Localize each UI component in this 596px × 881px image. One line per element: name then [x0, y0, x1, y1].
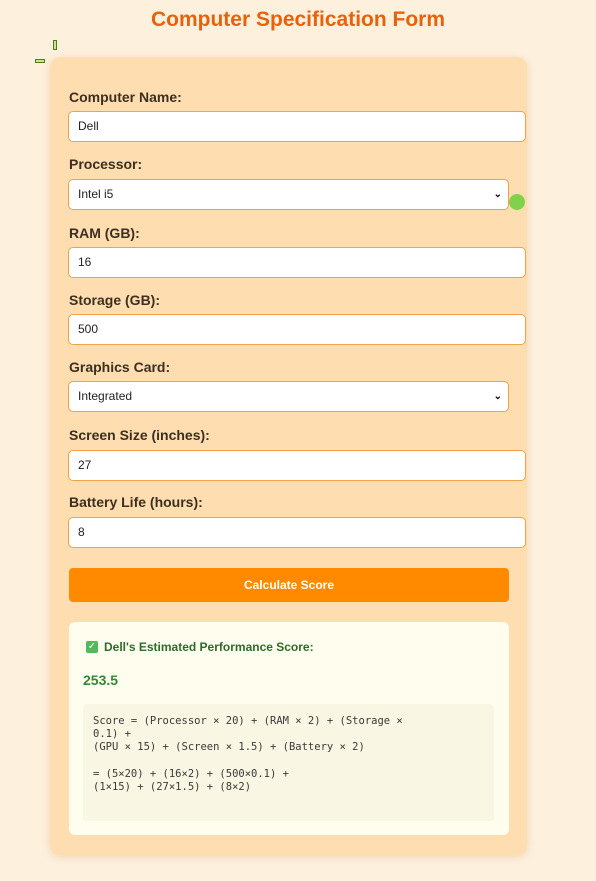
- result-panel: ✓ Dell's Estimated Performance Score: 25…: [69, 622, 509, 835]
- chevron-down-icon: ⌄: [493, 189, 502, 200]
- graphics-select-value: Integrated: [78, 389, 133, 403]
- screen-size-label: Screen Size (inches):: [69, 427, 210, 443]
- result-heading: Dell's Estimated Performance Score:: [104, 640, 314, 654]
- storage-input[interactable]: 500: [68, 314, 526, 345]
- focus-indicator-dot: [509, 194, 525, 210]
- computer-name-input[interactable]: Dell: [68, 111, 526, 142]
- screen-size-input[interactable]: 27: [68, 450, 526, 481]
- ram-input[interactable]: 16: [68, 247, 526, 278]
- graphics-label: Graphics Card:: [69, 359, 171, 375]
- battery-life-input[interactable]: 8: [68, 517, 526, 548]
- formula-line: (GPU × 15) + (Screen × 1.5) + (Battery ×…: [93, 741, 365, 753]
- spec-form-card: Computer Name: Dell Processor: Intel i5 …: [50, 57, 527, 855]
- storage-label: Storage (GB):: [69, 292, 160, 308]
- formula-block: Score = (Processor × 20) + (RAM × 2) + (…: [83, 704, 494, 821]
- processor-label: Processor:: [69, 156, 143, 172]
- checkmark-icon: ✓: [86, 641, 98, 653]
- chevron-down-icon: ⌄: [493, 391, 502, 402]
- formula-line: = (5×20) + (16×2) + (500×0.1) +: [93, 768, 289, 780]
- ram-label: RAM (GB):: [69, 225, 140, 241]
- score-value: 253.5: [83, 672, 119, 688]
- formula-line: (1×15) + (27×1.5) + (8×2): [93, 781, 252, 793]
- graphics-select[interactable]: Integrated ⌄: [68, 381, 509, 412]
- calculate-score-button[interactable]: Calculate Score: [69, 568, 509, 602]
- formula-line: 0.1) +: [93, 728, 131, 740]
- formula-line: Score = (Processor × 20) + (RAM × 2) + (…: [93, 715, 403, 727]
- computer-name-label: Computer Name:: [69, 89, 182, 105]
- page-title: Computer Specification Form: [150, 8, 446, 31]
- battery-life-label: Battery Life (hours):: [69, 494, 203, 510]
- processor-select-value: Intel i5: [78, 187, 114, 201]
- processor-select[interactable]: Intel i5 ⌄: [68, 179, 509, 210]
